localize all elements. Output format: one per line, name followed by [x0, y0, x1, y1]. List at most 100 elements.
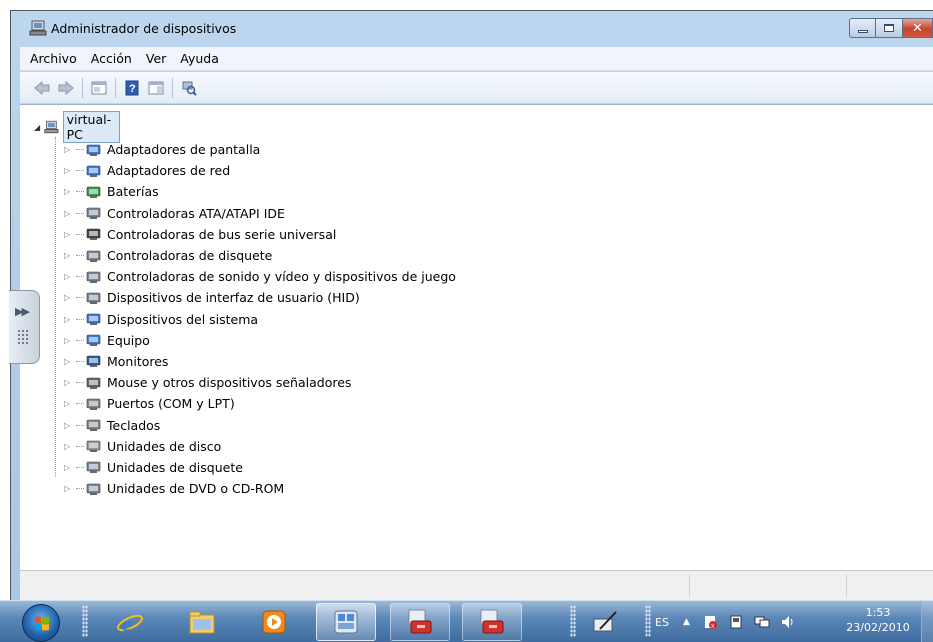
taskbar-grip[interactable] — [570, 605, 576, 637]
taskbar-app-ie[interactable]: e — [100, 603, 160, 641]
tree-item-label: Controladoras de sonido y vídeo y dispos… — [107, 269, 456, 285]
collapse-arrow-icon[interactable]: ◢ — [34, 123, 44, 132]
taskbar-app-media-player[interactable] — [244, 603, 304, 641]
tree-item-label: Controladoras ATA/ATAPI IDE — [107, 205, 285, 221]
network-icon[interactable] — [754, 614, 770, 630]
tree-item[interactable]: ▷ Monitores — [64, 351, 456, 372]
language-indicator[interactable]: ES — [655, 616, 669, 629]
system-devices-icon — [85, 312, 102, 327]
tree-item[interactable]: ▷ Controladoras de disquete — [64, 245, 456, 266]
tree-item[interactable]: ▷ Controladoras ATA/ATAPI IDE — [64, 203, 456, 224]
action-center-icon[interactable]: x — [702, 614, 718, 630]
tree-item-label: Controladoras de disquete — [107, 248, 273, 264]
tree-item[interactable]: ▷ Controladoras de sonido y vídeo y dispo… — [64, 266, 456, 287]
tree-item[interactable]: ▷ Puertos (COM y LPT) — [64, 393, 456, 414]
tree-item[interactable]: ▷ Baterías — [64, 181, 456, 202]
taskbar-app-toolbox-1[interactable] — [390, 603, 450, 641]
svg-text:?: ? — [129, 83, 136, 95]
expand-arrow-icon[interactable]: ▷ — [64, 293, 74, 302]
expand-arrow-icon[interactable]: ▷ — [64, 187, 74, 196]
expand-arrows-icon: ▶▶ — [15, 305, 30, 318]
expand-arrow-icon[interactable]: ▷ — [64, 272, 74, 281]
forward-button[interactable] — [56, 78, 76, 98]
tree-item[interactable]: ▷ Controladoras de bus serie universal — [64, 224, 456, 245]
ide-controller-icon — [85, 206, 102, 221]
volume-icon[interactable] — [780, 614, 796, 630]
tree-connector — [76, 403, 84, 405]
tree-item[interactable]: ▷ Dispositivos del sistema — [64, 309, 456, 330]
taskbar-grip[interactable] — [82, 605, 88, 637]
tree-item-label: Teclados — [107, 417, 161, 433]
usb-device-icon[interactable] — [728, 614, 744, 630]
taskbar-app-explorer[interactable] — [172, 603, 232, 641]
taskbar-grip[interactable] — [645, 605, 651, 637]
expand-arrow-icon[interactable]: ▷ — [64, 251, 74, 260]
close-button[interactable]: ✕ — [903, 18, 933, 38]
tree-item[interactable]: ▷ Unidades de disco — [64, 436, 456, 457]
tree-root[interactable]: ◢ virtual-PC — [34, 111, 121, 143]
keyboard-icon — [85, 418, 102, 433]
expand-arrow-icon[interactable]: ▷ — [64, 209, 74, 218]
toolbox-icon — [408, 609, 432, 634]
properties-icon — [91, 81, 107, 94]
expand-arrow-icon[interactable]: ▷ — [64, 399, 74, 408]
expand-arrow-icon[interactable]: ▷ — [64, 421, 74, 430]
expand-arrow-icon[interactable]: ▷ — [64, 336, 74, 345]
tree-connector — [76, 255, 84, 257]
title-bar[interactable]: Administrador de dispositivos ✕ — [11, 11, 933, 47]
menu-ver[interactable]: Ver — [146, 51, 166, 66]
expand-arrow-icon[interactable]: ▷ — [64, 230, 74, 239]
expand-arrow-icon[interactable]: ▷ — [64, 442, 74, 451]
start-button[interactable] — [22, 604, 60, 642]
tree-connector — [76, 488, 84, 490]
tree-item[interactable]: ▷ Dispositivos de interfaz de usuario (HI… — [64, 287, 456, 308]
show-hide-icon — [148, 81, 164, 94]
clock[interactable]: 1:53 23/02/2010 — [838, 605, 918, 635]
internet-explorer-icon: e — [117, 611, 143, 636]
clock-time: 1:53 — [865, 606, 891, 619]
side-panel-grip[interactable]: ▶▶ — [9, 290, 40, 364]
tree-item-label: Controladoras de bus serie universal — [107, 226, 337, 242]
menu-archivo[interactable]: Archivo — [30, 51, 77, 66]
tree-connector — [76, 233, 84, 235]
battery-icon — [85, 184, 102, 199]
taskbar-toolbar-pen[interactable] — [583, 603, 627, 641]
show-hidden-icons-icon[interactable]: ▲ — [683, 617, 690, 627]
tree-item[interactable]: ▷ Unidades de disquete — [64, 457, 456, 478]
media-player-icon — [262, 610, 286, 634]
tree-item[interactable]: ▷ Adaptadores de red — [64, 160, 456, 181]
expand-arrow-icon[interactable]: ▷ — [64, 484, 74, 493]
taskbar-app-toolbox-2[interactable] — [462, 603, 522, 641]
device-manager-icon — [29, 20, 47, 36]
tree-item-label: Monitores — [107, 353, 169, 369]
expand-arrow-icon[interactable]: ▷ — [64, 378, 74, 387]
tree-item[interactable]: ▷ Adaptadores de pantalla — [64, 139, 456, 160]
tree-item[interactable]: ▷ Teclados — [64, 414, 456, 435]
scan-hardware-button[interactable] — [179, 78, 199, 98]
properties-button[interactable] — [89, 78, 109, 98]
menu-ayuda[interactable]: Ayuda — [180, 51, 219, 66]
tree-item[interactable]: ▷ Mouse y otros dispositivos señaladores — [64, 372, 456, 393]
menu-accion[interactable]: Acción — [91, 51, 132, 66]
tree-item-label: Equipo — [107, 332, 150, 348]
show-desktop-button[interactable] — [921, 601, 933, 642]
tree-item[interactable]: ▷ Unidades de DVD o CD-ROM — [64, 478, 456, 499]
tree-item-label: Dispositivos del sistema — [107, 311, 259, 327]
expand-arrow-icon[interactable]: ▷ — [64, 357, 74, 366]
tree-item-label: Mouse y otros dispositivos señaladores — [107, 375, 352, 391]
tree-item[interactable]: ▷ Equipo — [64, 330, 456, 351]
expand-arrow-icon[interactable]: ▷ — [64, 463, 74, 472]
forward-icon — [58, 80, 74, 95]
device-tree-pane[interactable]: ◢ virtual-PC ▷ Adaptadores de pantalla ▷ Ad… — [20, 104, 933, 570]
help-button[interactable]: ? — [122, 78, 142, 98]
expand-arrow-icon[interactable]: ▷ — [64, 145, 74, 154]
maximize-button[interactable] — [876, 18, 903, 38]
taskbar-app-device-manager[interactable] — [316, 603, 376, 641]
expand-arrow-icon[interactable]: ▷ — [64, 166, 74, 175]
expand-arrow-icon[interactable]: ▷ — [64, 315, 74, 324]
back-button[interactable] — [32, 78, 52, 98]
minimize-button[interactable] — [849, 18, 876, 38]
show-hide-button[interactable] — [146, 78, 166, 98]
tree-item-label: Baterías — [107, 184, 159, 200]
notification-area: ES ▲ x — [655, 601, 806, 642]
